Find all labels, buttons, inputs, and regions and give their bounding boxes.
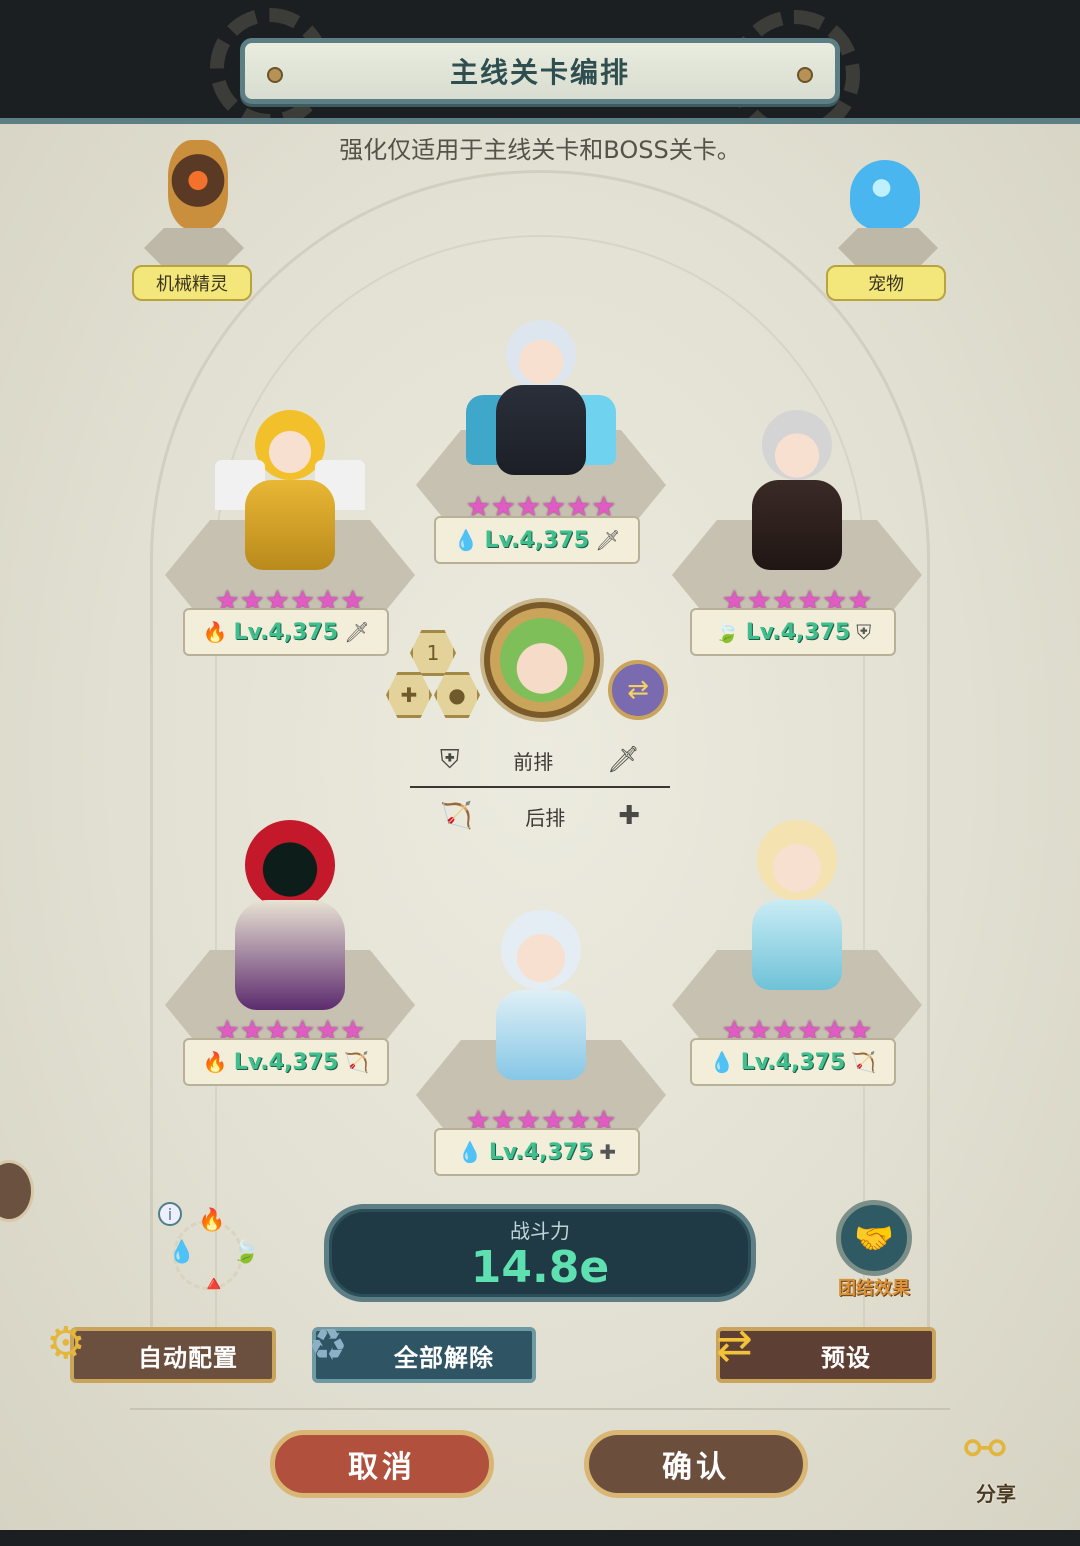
hero-slot-back-left[interactable]: ★★★★★★ 🔥 Lv.4,375 🏹 (165, 820, 415, 1130)
hero-level: Lv.4,375 (745, 619, 851, 645)
rivet-icon (797, 67, 813, 83)
sword-icon: 🗡 (606, 745, 640, 775)
front-row-label: ⛨ 前排 🗡 (440, 742, 640, 778)
leader-portrait[interactable] (484, 602, 600, 718)
crossbow-icon: 🏹 (344, 1050, 370, 1074)
hero-level: Lv.4,375 (488, 1139, 594, 1165)
share-icon: ⚯ (964, 1420, 1006, 1478)
pedestal (144, 228, 244, 268)
auto-assign-button[interactable]: 自动配置 (70, 1327, 276, 1383)
shield-icon: ⛨ (440, 744, 460, 775)
auto-assign-label: 自动配置 (138, 1343, 238, 1372)
pet-slot[interactable]: 宠物 (826, 130, 950, 310)
hero-head (501, 910, 581, 990)
handshake-icon: 🤝 (836, 1200, 912, 1276)
union-effect-label: 团结效果 (838, 1278, 910, 1299)
pet-label: 宠物 (826, 265, 946, 301)
recycle-icon: ♻ (308, 1320, 348, 1371)
hero-body (752, 480, 842, 570)
hero-sprite (727, 380, 867, 590)
share-button[interactable]: ⚯ 分享 (958, 1420, 1034, 1510)
level-plate: 💧 Lv.4,375 🗡 (434, 516, 640, 564)
back-row-label: 🏹 后排 ✚ (440, 798, 640, 834)
hero-sprite (220, 380, 360, 590)
hero-slot-back-right[interactable]: ★★★★★★ 💧 Lv.4,375 🏹 (672, 820, 922, 1130)
hero-head (245, 820, 335, 910)
level-plate: 🍃 Lv.4,375 ⛨ (690, 608, 896, 656)
union-effect-button[interactable]: 🤝 团结效果 (832, 1200, 916, 1300)
hero-level: Lv.4,375 (484, 527, 590, 553)
cancel-button[interactable]: 取消 (270, 1430, 494, 1498)
hero-sprite (471, 890, 611, 1110)
leaf-element-icon: 🍃 (714, 620, 740, 644)
hero-slot-front-right[interactable]: ★★★★★★ 🍃 Lv.4,375 ⛨ (672, 410, 922, 700)
info-icon[interactable]: i (158, 1202, 182, 1226)
hero-body (496, 990, 586, 1080)
fire-element-icon: 🔥 (202, 1050, 228, 1074)
sword-icon: 🗡 (595, 528, 621, 552)
pet-sprite (850, 160, 920, 230)
sword-icon: 🗡 (344, 620, 370, 644)
row-divider (410, 786, 670, 788)
hero-head (255, 410, 325, 480)
crossbow-icon: 🏹 (851, 1050, 877, 1074)
hero-body (235, 900, 345, 1010)
leaf-element-icon: 🍃 (232, 1240, 260, 1265)
divider (130, 1408, 950, 1410)
hero-slot-bottom-center[interactable]: ★★★★★★ 💧 Lv.4,375 ✚ (416, 910, 666, 1220)
swap-arrows-icon: ⇄ (716, 1320, 753, 1371)
combat-power-display: 战斗力 14.8e (324, 1204, 756, 1302)
preset-label: 预设 (821, 1343, 871, 1372)
level-plate: 💧 Lv.4,375 ✚ (434, 1128, 640, 1176)
swap-leader-button[interactable]: ⇄ (608, 660, 668, 720)
page-title: 主线关卡编排 (449, 56, 630, 89)
level-plate: 💧 Lv.4,375 🏹 (690, 1038, 896, 1086)
hero-sprite (185, 770, 395, 1020)
combat-power-label: 战斗力 (510, 1218, 570, 1243)
water-element-icon: 💧 (709, 1050, 735, 1074)
hero-sprite (727, 790, 867, 1020)
hero-head (757, 820, 837, 900)
hero-body (752, 900, 842, 990)
hero-level: Lv.4,375 (233, 619, 339, 645)
mech-spirit-label: 机械精灵 (132, 265, 252, 301)
fire-element-icon: 🔥 (202, 620, 228, 644)
water-element-icon: 💧 (457, 1140, 483, 1164)
mech-spirit-sprite (168, 140, 228, 230)
gear-icon: ⚙ (46, 1318, 86, 1369)
rivet-icon (267, 67, 283, 83)
level-plate: 🔥 Lv.4,375 🗡 (183, 608, 389, 656)
back-row-text: 后排 (525, 805, 566, 830)
light-element-icon: 🔺 (200, 1272, 228, 1297)
confirm-button[interactable]: 确认 (584, 1430, 808, 1498)
fire-element-icon: 🔥 (198, 1208, 226, 1233)
hero-level: Lv.4,375 (233, 1049, 339, 1075)
hero-body (245, 480, 335, 570)
share-label: 分享 (976, 1482, 1016, 1506)
hero-head (506, 320, 576, 390)
water-element-icon: 💧 (453, 528, 479, 552)
crossbow-icon: 🏹 (440, 801, 473, 831)
hero-level: Lv.4,375 (740, 1049, 846, 1075)
pedestal (838, 228, 938, 268)
shield-icon: ⛨ (856, 620, 872, 644)
level-plate: 🔥 Lv.4,375 🏹 (183, 1038, 389, 1086)
hero-slot-top-center[interactable]: ★★★★★★ 💧 Lv.4,375 🗡 (416, 320, 666, 610)
hero-head (762, 410, 832, 480)
front-row-text: 前排 (513, 749, 554, 774)
hero-sprite (471, 260, 611, 500)
plus-icon: ✚ (599, 1140, 617, 1164)
title-plate: 主线关卡编排 (240, 38, 840, 104)
mech-spirit-slot[interactable]: 机械精灵 (132, 130, 256, 310)
combat-power-value: 14.8e (470, 1241, 610, 1293)
water-element-icon: 💧 (168, 1240, 196, 1265)
hero-slot-front-left[interactable]: ★★★★★★ 🔥 Lv.4,375 🗡 (165, 410, 415, 700)
clear-all-label: 全部解除 (394, 1343, 494, 1372)
leader-face (500, 618, 584, 702)
plus-icon: ✚ (618, 801, 640, 831)
hero-body (496, 385, 586, 475)
